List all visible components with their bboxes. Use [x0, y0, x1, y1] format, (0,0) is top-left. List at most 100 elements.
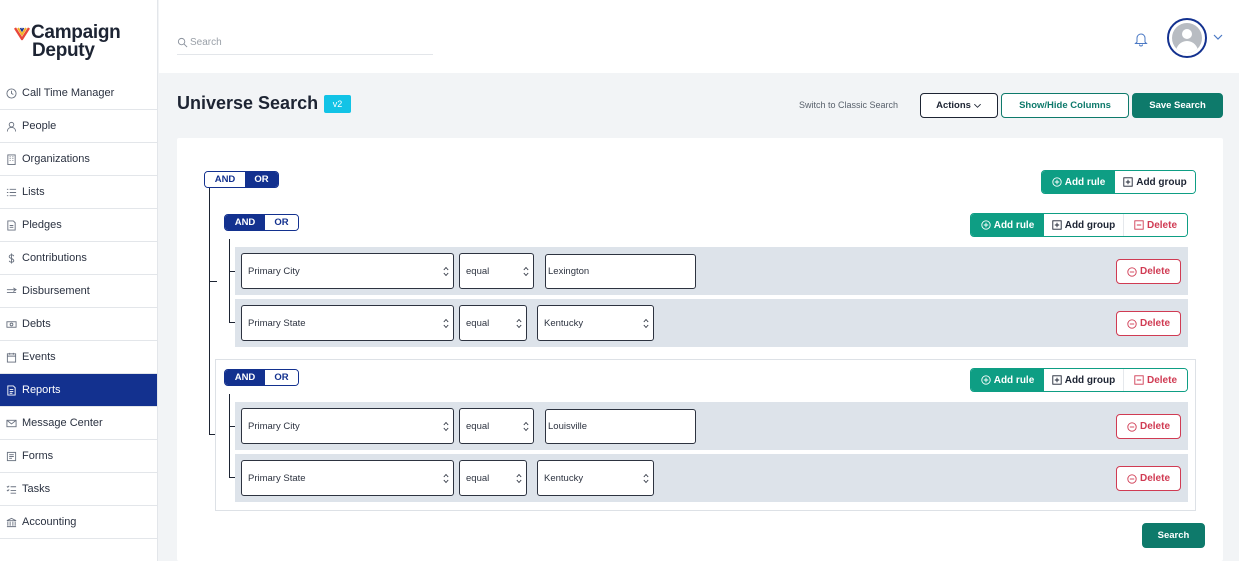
group-2-add-group-button[interactable]: Add group — [1044, 369, 1124, 391]
rule-delete-button[interactable]: Delete — [1116, 259, 1181, 284]
field-value: Primary City — [248, 420, 300, 432]
group-2-and-button[interactable]: AND — [225, 370, 265, 385]
value-input[interactable] — [545, 254, 696, 289]
add-rule-label: Add rule — [1064, 176, 1106, 188]
add-group-label: Add group — [1136, 176, 1187, 188]
field-select[interactable]: Primary State — [241, 460, 454, 496]
operator-value: equal — [466, 420, 490, 432]
delete-label: Delete — [1139, 266, 1170, 277]
operator-select[interactable]: equal — [459, 408, 534, 444]
version-badge: v2 — [324, 95, 351, 113]
select-arrows-icon — [443, 421, 449, 432]
campaign-deputy-logo[interactable]: Campaign Deputy — [14, 23, 134, 64]
sidebar-item-tasks[interactable]: Tasks — [0, 473, 157, 506]
logo-line-2: Deputy — [32, 40, 95, 61]
group-1-and-button[interactable]: AND — [225, 215, 265, 230]
group-2-delete-button[interactable]: Delete — [1124, 369, 1187, 391]
delete-label: Delete — [1139, 318, 1170, 329]
debts-icon — [4, 317, 18, 331]
plus-circle-icon — [981, 220, 991, 230]
sidebar-item-message-center[interactable]: Message Center — [0, 407, 157, 440]
operator-value: equal — [466, 317, 490, 329]
save-search-button[interactable]: Save Search — [1132, 93, 1223, 118]
sidebar-item-contributions[interactable]: Contributions — [0, 242, 157, 275]
select-arrows-icon — [523, 421, 529, 432]
report-icon — [4, 383, 18, 397]
minus-circle-icon — [1127, 473, 1137, 484]
value-select[interactable]: Kentucky — [537, 305, 654, 341]
sidebar-item-accounting[interactable]: Accounting — [0, 506, 157, 539]
actions-button[interactable]: Actions — [920, 93, 998, 118]
select-arrows-icon — [643, 473, 649, 484]
sidebar-item-pledges[interactable]: Pledges — [0, 209, 157, 242]
operator-select[interactable]: equal — [459, 305, 527, 341]
group-2-tree-line — [229, 394, 230, 477]
chevron-down-icon[interactable] — [1212, 31, 1224, 43]
avatar-placeholder-icon — [1172, 23, 1202, 53]
add-rule-label: Add rule — [993, 374, 1035, 386]
sidebar-item-reports[interactable]: Reports — [0, 374, 157, 407]
search-button[interactable]: Search — [1142, 523, 1205, 548]
switch-classic-search-link[interactable]: Switch to Classic Search — [799, 100, 898, 110]
rule-delete-button[interactable]: Delete — [1116, 311, 1181, 336]
search-icon — [177, 37, 188, 48]
sidebar-item-lists[interactable]: Lists — [0, 176, 157, 209]
plus-square-icon — [1123, 177, 1133, 187]
select-arrows-icon — [643, 318, 649, 329]
sidebar-item-events[interactable]: Events — [0, 341, 157, 374]
rule-row: Primary City equal Delete — [235, 402, 1188, 450]
value-selected: Kentucky — [544, 472, 584, 484]
root-tree-line — [209, 188, 210, 434]
sidebar-item-organizations[interactable]: Organizations — [0, 143, 157, 176]
operator-select[interactable]: equal — [459, 460, 527, 496]
rule-delete-button[interactable]: Delete — [1116, 466, 1181, 491]
field-value: Primary State — [248, 317, 306, 329]
value-select[interactable]: Kentucky — [537, 460, 654, 496]
dollar-icon — [4, 251, 18, 265]
group-2-or-button[interactable]: OR — [265, 370, 298, 385]
sidebar-item-label: Lists — [22, 186, 45, 198]
delete-label: Delete — [1139, 421, 1170, 432]
logo-mark-icon — [14, 27, 30, 41]
root-add-rule-button[interactable]: Add rule — [1042, 171, 1115, 193]
sidebar-item-forms[interactable]: Forms — [0, 440, 157, 473]
group-1-or-button[interactable]: OR — [265, 215, 298, 230]
add-rule-label: Add rule — [993, 219, 1035, 231]
group-1-add-group-button[interactable]: Add group — [1044, 214, 1124, 236]
sidebar-item-people[interactable]: People — [0, 110, 157, 143]
select-arrows-icon — [523, 266, 529, 277]
clock-icon — [4, 86, 18, 100]
root-add-group-button[interactable]: Add group — [1115, 171, 1195, 193]
sidebar-item-label: Events — [22, 351, 56, 363]
sidebar-item-disbursement[interactable]: Disbursement — [0, 275, 157, 308]
sidebar-item-label: Forms — [22, 450, 54, 462]
root-and-button[interactable]: AND — [205, 172, 245, 187]
root-branch-1 — [209, 281, 217, 282]
operator-value: equal — [466, 472, 490, 484]
group-1-tree-line — [229, 239, 230, 322]
show-hide-columns-button[interactable]: Show/Hide Columns — [1001, 93, 1129, 118]
select-arrows-icon — [516, 473, 522, 484]
root-or-button[interactable]: OR — [245, 172, 278, 187]
value-input[interactable] — [545, 409, 696, 444]
bell-icon[interactable] — [1134, 31, 1148, 47]
sidebar-item-label: Accounting — [22, 516, 77, 528]
field-select[interactable]: Primary City — [241, 253, 454, 289]
group-2-combinator-toggle: AND OR — [224, 369, 299, 386]
sidebar-item-label: People — [22, 120, 57, 132]
sidebar-item-call-time-manager[interactable]: Call Time Manager — [0, 77, 157, 110]
calendar-icon — [4, 350, 18, 364]
sidebar-item-debts[interactable]: Debts — [0, 308, 157, 341]
group-2-add-rule-button[interactable]: Add rule — [971, 369, 1044, 391]
group-1-add-rule-button[interactable]: Add rule — [971, 214, 1044, 236]
disbursement-icon — [4, 284, 18, 298]
group-1-delete-button[interactable]: Delete — [1124, 214, 1187, 236]
operator-select[interactable]: equal — [459, 253, 534, 289]
rule-delete-button[interactable]: Delete — [1116, 414, 1181, 439]
avatar[interactable] — [1167, 18, 1207, 58]
field-select[interactable]: Primary State — [241, 305, 454, 341]
select-arrows-icon — [443, 318, 449, 329]
search-input[interactable] — [190, 37, 420, 48]
actions-label: Actions — [936, 100, 971, 111]
field-select[interactable]: Primary City — [241, 408, 454, 444]
